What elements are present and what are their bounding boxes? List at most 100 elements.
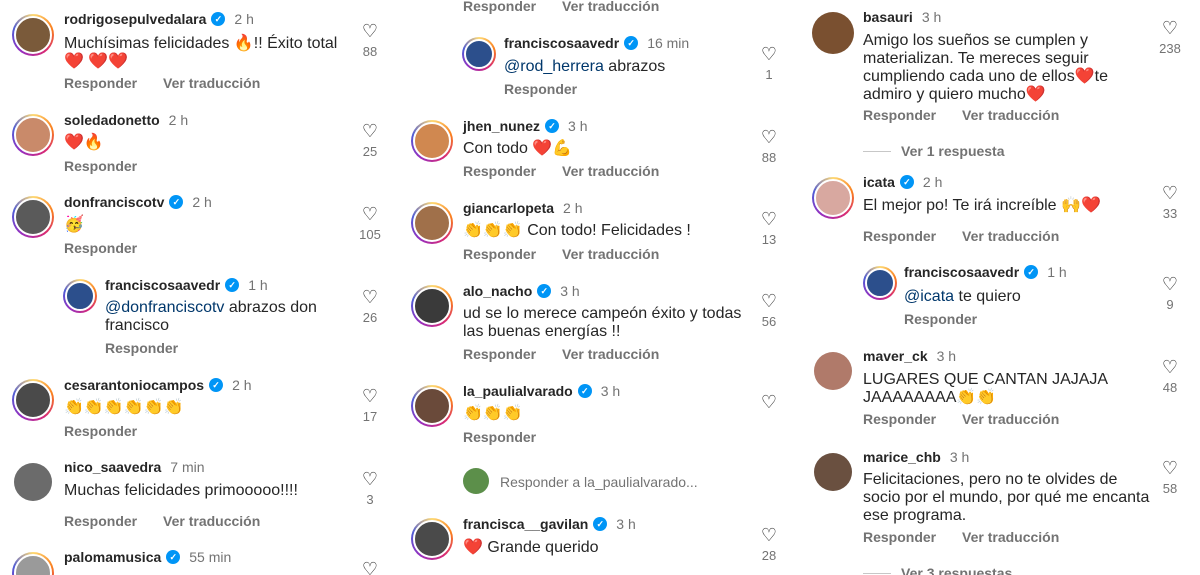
reply-button[interactable]: Responder xyxy=(863,411,936,427)
mention-link[interactable]: @icata xyxy=(904,288,954,305)
translate-button[interactable]: Ver traducción xyxy=(962,411,1059,427)
reply-button[interactable]: Responder xyxy=(463,163,536,179)
reply-button[interactable]: Responder xyxy=(463,246,536,262)
translate-button[interactable]: Ver traducción xyxy=(962,107,1059,123)
reply-button[interactable]: Responder xyxy=(64,240,137,256)
mention-link[interactable]: @donfranciscotv xyxy=(105,299,224,316)
avatar[interactable] xyxy=(12,196,54,238)
heart-icon[interactable]: ♡ xyxy=(355,560,385,575)
comment-text: LUGARES QUE CANTAN JAJAJA JAAAAAAAA👏👏 xyxy=(863,371,1108,406)
reply-button[interactable]: Responder xyxy=(64,75,137,91)
avatar[interactable] xyxy=(411,120,453,162)
comment-username[interactable]: soledadonetto xyxy=(64,112,160,128)
mention-link[interactable]: @rod_herrera xyxy=(504,58,604,75)
avatar[interactable] xyxy=(63,279,97,313)
avatar[interactable] xyxy=(462,37,496,71)
avatar[interactable] xyxy=(411,518,453,560)
comment-username[interactable]: basauri xyxy=(863,9,913,25)
verified-badge-icon: ✓ xyxy=(624,36,639,50)
heart-icon[interactable]: ♡ xyxy=(1155,184,1185,202)
heart-icon[interactable]: ♡ xyxy=(355,122,385,140)
comment-username[interactable]: francisca__gavilan xyxy=(463,516,588,532)
heart-icon[interactable]: ♡ xyxy=(754,526,784,544)
reply-button[interactable]: Responder xyxy=(863,529,936,545)
comment-username[interactable]: maver_ck xyxy=(863,348,928,364)
verified-badge-icon: ✓ xyxy=(1024,265,1039,279)
avatar[interactable] xyxy=(814,453,852,491)
heart-icon[interactable]: ♡ xyxy=(1155,358,1185,376)
reply-button[interactable]: Responder xyxy=(463,0,536,14)
heart-icon[interactable]: ♡ xyxy=(754,292,784,310)
translate-button[interactable]: Ver traducción xyxy=(562,246,659,262)
heart-icon[interactable]: ♡ xyxy=(754,210,784,228)
comment-time: 3 h xyxy=(560,283,580,299)
comment-username[interactable]: franciscosaavedr xyxy=(504,35,619,51)
reply-button[interactable]: Responder xyxy=(863,228,936,244)
like-count: 105 xyxy=(359,227,381,242)
verified-badge-icon: ✓ xyxy=(209,378,224,392)
heart-icon[interactable]: ♡ xyxy=(754,128,784,146)
avatar[interactable] xyxy=(411,285,453,327)
avatar[interactable] xyxy=(812,12,854,54)
comment-username[interactable]: palomamusica xyxy=(64,549,161,565)
heart-icon[interactable]: ♡ xyxy=(754,45,784,63)
like-count: 88 xyxy=(362,44,378,59)
translate-button[interactable]: Ver traducción xyxy=(562,163,659,179)
translate-button[interactable]: Ver traducción xyxy=(962,529,1059,545)
heart-icon[interactable]: ♡ xyxy=(355,288,385,306)
heart-icon[interactable]: ♡ xyxy=(754,393,784,411)
comment-username[interactable]: icata xyxy=(863,174,895,190)
reply-button[interactable]: Responder xyxy=(504,81,577,97)
reply-button[interactable]: Responder xyxy=(64,158,137,174)
avatar[interactable] xyxy=(14,463,52,501)
comment-username[interactable]: rodrigosepulvedalara xyxy=(64,11,206,27)
reply-button[interactable]: Responder xyxy=(64,513,137,529)
heart-icon[interactable]: ♡ xyxy=(355,470,385,488)
translate-button[interactable]: Ver traducción xyxy=(562,0,659,14)
translate-button[interactable]: Ver traducción xyxy=(163,75,260,91)
verified-badge-icon: ✓ xyxy=(169,195,184,209)
reply-button[interactable]: Responder xyxy=(463,346,536,362)
comment-text: ❤️ Grande querido xyxy=(463,539,599,556)
heart-icon[interactable]: ♡ xyxy=(1155,459,1185,477)
avatar[interactable] xyxy=(12,379,54,421)
comment-username[interactable]: jhen_nunez xyxy=(463,118,540,134)
heart-icon[interactable]: ♡ xyxy=(1155,275,1185,293)
view-replies-button[interactable]: Ver 1 respuesta xyxy=(863,143,1005,159)
view-replies-button[interactable]: Ver 3 respuestas xyxy=(863,565,1012,575)
heart-icon[interactable]: ♡ xyxy=(355,387,385,405)
reply-button[interactable]: Responder xyxy=(863,107,936,123)
heart-icon[interactable]: ♡ xyxy=(355,22,385,40)
comment-username[interactable]: la_paulialvarado xyxy=(463,383,573,399)
reply-button[interactable]: Responder xyxy=(904,311,977,327)
comment-text: 👏👏👏👏👏👏 xyxy=(64,399,184,416)
translate-button[interactable]: Ver traducción xyxy=(962,228,1059,244)
verified-badge-icon: ✓ xyxy=(211,12,226,26)
reply-button[interactable]: Responder xyxy=(105,340,178,356)
reply-button[interactable]: Responder xyxy=(463,429,536,445)
translate-button[interactable]: Ver traducción xyxy=(562,346,659,362)
comment-username[interactable]: donfranciscotv xyxy=(64,194,164,210)
avatar[interactable] xyxy=(812,177,854,219)
like-count: 33 xyxy=(1162,206,1178,221)
avatar[interactable] xyxy=(411,202,453,244)
comment-username[interactable]: alo_nacho xyxy=(463,283,532,299)
comment-username[interactable]: franciscosaavedr xyxy=(105,277,220,293)
comment-username[interactable]: nico_saavedra xyxy=(64,459,161,475)
avatar[interactable] xyxy=(814,352,852,390)
comment-username[interactable]: franciscosaavedr xyxy=(904,264,1019,280)
avatar[interactable] xyxy=(12,552,54,575)
reply-to-input[interactable]: Responder a la_paulialvarado... xyxy=(500,474,698,490)
heart-icon[interactable]: ♡ xyxy=(1155,19,1185,37)
translate-button[interactable]: Ver traducción xyxy=(163,513,260,529)
comment-username[interactable]: giancarlopeta xyxy=(463,200,554,216)
avatar[interactable] xyxy=(12,14,54,56)
avatar[interactable] xyxy=(12,114,54,156)
comment-text: Amigo los sueños se cumplen y materializ… xyxy=(863,32,1108,103)
avatar[interactable] xyxy=(863,266,897,300)
comment-username[interactable]: cesarantoniocampos xyxy=(64,377,204,393)
comment-username[interactable]: marice_chb xyxy=(863,449,941,465)
heart-icon[interactable]: ♡ xyxy=(355,205,385,223)
reply-button[interactable]: Responder xyxy=(64,423,137,439)
avatar[interactable] xyxy=(411,385,453,427)
